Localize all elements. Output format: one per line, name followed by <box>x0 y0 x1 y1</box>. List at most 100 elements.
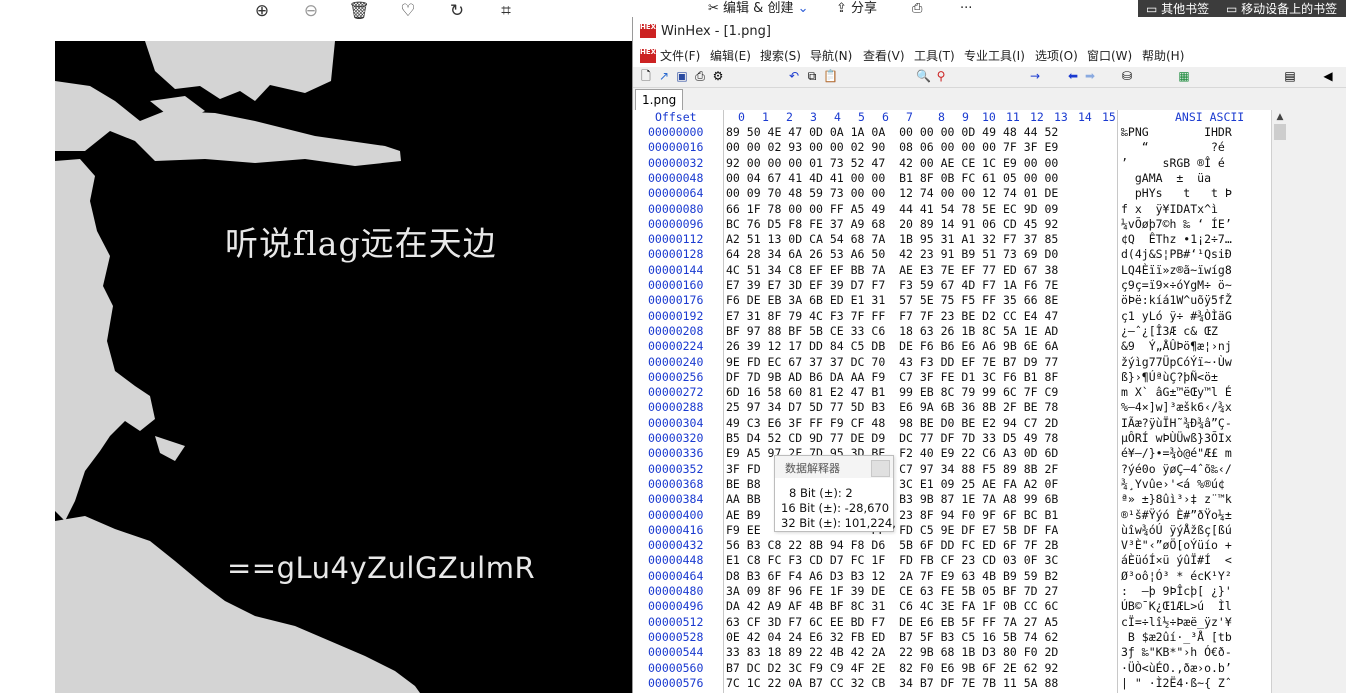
hex-row[interactable]: 00000256 DF 7D 9B AD B6 DA AA F9 C7 3F FE… <box>633 370 1271 385</box>
rotate-icon[interactable]: ↻ <box>444 0 470 22</box>
bookmark-mobile[interactable]: ▭ 移动设备上的书签 <box>1226 1 1337 17</box>
menu-search[interactable]: 搜索(S) <box>760 48 801 65</box>
row-ansi-text[interactable]: &9 Ý„ÅÛÞö¶æ¦›nj <box>1121 339 1232 354</box>
menu-pro-tools[interactable]: 专业工具(I) <box>964 48 1025 65</box>
row-ansi-text[interactable]: ß}›­¶ÚªùÇ?þÑ<ö± <box>1121 370 1225 385</box>
row-hex-bytes[interactable]: 89 50 4E 47 0D 0A 1A 0A 00 00 00 0D 49 4… <box>726 125 1058 140</box>
hex-row[interactable]: 00000048 00 04 67 41 4D 41 00 00 B1 8F 0B… <box>633 171 1271 186</box>
print-icon[interactable]: ⎙ <box>693 69 707 84</box>
row-hex-bytes[interactable]: D8 B3 6F F4 A6 D3 B3 12 2A 7F E9 63 4B B… <box>726 569 1058 584</box>
data-interpreter[interactable]: 数据解释器 8 Bit (±): 2 16 Bit (±): -28,670 3… <box>774 455 896 532</box>
row-hex-bytes[interactable]: A2 51 13 0D CA 54 68 7A 1B 95 31 A1 32 F… <box>726 232 1058 247</box>
row-ansi-text[interactable]: pHYs t t Þ <box>1121 186 1232 201</box>
undo-icon[interactable]: ↶ <box>787 69 801 84</box>
row-ansi-text[interactable]: | " ·Ì2Ë4·ß~{ Zˆ <box>1121 676 1232 691</box>
paste-icon[interactable]: 📋 <box>823 69 838 84</box>
row-hex-bytes[interactable]: 26 39 12 17 DD 84 C5 DB DE F6 B6 E6 A6 9… <box>726 339 1058 354</box>
row-hex-bytes[interactable]: 33 83 18 89 22 4B 42 2A 22 9B 68 1B D3 8… <box>726 645 1058 660</box>
row-ansi-text[interactable]: žýìg77ÜpCóÝï~·Ùw <box>1121 355 1232 370</box>
hex-row[interactable]: 00000496 DA 42 A9 AF 4B BF 8C 31 C6 4C 3E… <box>633 599 1271 614</box>
row-ansi-text[interactable]: öÞë:kíá1W^uõÿ5fŽ <box>1121 293 1232 308</box>
menu-edit[interactable]: 编辑(E) <box>710 48 751 65</box>
row-hex-bytes[interactable]: B7 DC D2 3C F9 C9 4F 2E 82 F0 E6 9B 6F 2… <box>726 661 1058 676</box>
row-ansi-text[interactable]: d(4j&S¦PB#‘¹QsiÐ <box>1121 247 1232 262</box>
row-hex-bytes[interactable]: BC 76 D5 F8 FE 37 A9 68 20 89 14 91 06 C… <box>726 217 1058 232</box>
menu-file[interactable]: 文件(F) <box>660 48 700 65</box>
row-ansi-text[interactable]: ç1 yLó ÿ÷ #¾ÒÌäG <box>1121 309 1232 324</box>
row-ansi-text[interactable]: IÃæ?ÿùÏH˜¾Ð¾â”Ç- <box>1121 416 1232 431</box>
row-ansi-text[interactable]: ¢Q ÊThz •1¡2÷7… <box>1121 232 1232 247</box>
hex-row[interactable]: 00000272 6D 16 58 60 81 E2 47 B1 99 EB 8C… <box>633 385 1271 400</box>
row-ansi-text[interactable]: m X` âG±™ëŒy™l É <box>1121 385 1232 400</box>
hex-row[interactable]: 00000112 A2 51 13 0D CA 54 68 7A 1B 95 31… <box>633 232 1271 247</box>
properties-icon[interactable]: ⚙ <box>711 69 725 84</box>
hex-row[interactable]: 00000464 D8 B3 6F F4 A6 D3 B3 12 2A 7F E9… <box>633 569 1271 584</box>
row-ansi-text[interactable]: gAMA ± üa <box>1121 171 1232 186</box>
hex-row[interactable]: 00000304 49 C3 E6 3F FF F9 CF 48 98 BE D0… <box>633 416 1271 431</box>
zoom-in-icon[interactable]: ⊕ <box>249 0 275 22</box>
menu-window[interactable]: 窗口(W) <box>1087 48 1132 65</box>
row-hex-bytes[interactable]: F6 DE EB 3A 6B ED E1 31 57 5E 75 F5 FF 3… <box>726 293 1058 308</box>
row-hex-bytes[interactable]: DF 7D 9B AD B6 DA AA F9 C7 3F FE D1 3C F… <box>726 370 1058 385</box>
row-ansi-text[interactable]: ’ sRGB ®Î é <box>1121 156 1239 171</box>
copy-icon[interactable]: ⧉ <box>805 69 819 84</box>
row-hex-bytes[interactable]: E1 C8 FC F3 CD D7 FC 1F FD FB CF 23 CD 0… <box>726 553 1058 568</box>
heart-icon[interactable]: ♡ <box>395 0 421 22</box>
hex-row[interactable]: 00000160 E7 39 E7 3D EF 39 D7 F7 F3 59 67… <box>633 278 1271 293</box>
menu-view[interactable]: 查看(V) <box>863 48 905 65</box>
row-hex-bytes[interactable]: 66 1F 78 00 00 FF A5 49 44 41 54 78 5E E… <box>726 202 1058 217</box>
row-ansi-text[interactable]: ®¹š#Ÿýó È#”ðŸo¼± <box>1121 508 1232 523</box>
menu-tools[interactable]: 工具(T) <box>914 48 955 65</box>
tab-file[interactable]: 1.png <box>635 89 684 111</box>
row-hex-bytes[interactable]: 92 00 00 00 01 73 52 47 42 00 AE CE 1C E… <box>726 156 1058 171</box>
row-hex-bytes[interactable]: 6D 16 58 60 81 E2 47 B1 99 EB 8C 79 99 6… <box>726 385 1058 400</box>
share-button[interactable]: ⇪ 分享 <box>836 0 877 17</box>
hex-row[interactable]: 00000176 F6 DE EB 3A 6B ED E1 31 57 5E 75… <box>633 293 1271 308</box>
row-ansi-text[interactable]: “ ?é <box>1121 140 1225 155</box>
row-ansi-text[interactable]: ¾¸Yvûe›'<á %®ú¢ <box>1121 477 1232 492</box>
row-hex-bytes[interactable]: 56 B3 C8 22 8B 94 F8 D6 5B 6F DD FC ED 6… <box>726 538 1058 553</box>
row-ansi-text[interactable]: ?ýé0o ÿøÇ—4ˆõ‰‹/ <box>1121 462 1232 477</box>
hex-row[interactable]: 00000192 E7 31 8F 79 4C F3 7F FF F7 7F 23… <box>633 309 1271 324</box>
edit-create-menu[interactable]: ✂ 编辑 & 创建 ⌄ <box>708 0 809 17</box>
row-hex-bytes[interactable]: 49 C3 E6 3F FF F9 CF 48 98 BE D0 BE E2 9… <box>726 416 1058 431</box>
row-hex-bytes[interactable]: E7 31 8F 79 4C F3 7F FF F7 7F 23 BE D2 C… <box>726 309 1058 324</box>
hex-row[interactable]: 00000384AA BB EC B3 9B 87 1E 7A A8 99 6B… <box>633 492 1271 507</box>
row-ansi-text[interactable]: cÏ=÷lî½÷Þæë_ÿz'¥ <box>1121 615 1232 630</box>
find-icon[interactable]: 🔍 <box>916 69 931 84</box>
goto-offset-icon[interactable]: → <box>1028 69 1042 84</box>
row-hex-bytes[interactable]: 25 97 34 D7 5D 77 5D B3 E6 9A 6B 36 8B 2… <box>726 400 1058 415</box>
row-ansi-text[interactable]: é¥—/}•=¾ò@é"Æ£ m <box>1121 446 1232 461</box>
crop-icon[interactable]: ⌗ <box>493 0 519 22</box>
data-interpreter-titlebar[interactable]: 数据解释器 <box>775 456 893 478</box>
back-icon[interactable]: ⬅ <box>1066 69 1080 84</box>
disk-icon[interactable]: ⛁ <box>1120 69 1134 84</box>
menu-options[interactable]: 选项(O) <box>1035 48 1078 65</box>
hex-row[interactable]: 00000512 63 CF 3D F7 6C EE BD F7 DE E6 EB… <box>633 615 1271 630</box>
row-hex-bytes[interactable]: 00 04 67 41 4D 41 00 00 B1 8F 0B FC 61 0… <box>726 171 1058 186</box>
hex-row[interactable]: 00000128 64 28 34 6A 26 53 A6 50 42 23 91… <box>633 247 1271 262</box>
row-ansi-text[interactable]: ·ÜÒ<ùÉO.‚ðæ›o.b’ <box>1121 661 1232 676</box>
row-ansi-text[interactable]: Ø³oô¦Ó³ * écK¹Y² <box>1121 569 1232 584</box>
row-hex-bytes[interactable]: 4C 51 34 C8 EF EF BB 7A AE E3 7E EF 77 E… <box>726 263 1058 278</box>
row-ansi-text[interactable]: ùîw¾óÚ ÿýÅžßç[ßú <box>1121 523 1232 538</box>
row-ansi-text[interactable]: µÔRÍ wÞÙÜwß}3ÕIx <box>1121 431 1232 446</box>
hex-row[interactable]: 00000400AE B9 C8 23 8F 94 F0 9F 6F BC B1… <box>633 508 1271 523</box>
menu-navigate[interactable]: 导航(N) <box>810 48 852 65</box>
find-hex-icon[interactable]: ⚲ <box>934 69 948 84</box>
row-hex-bytes[interactable]: 3A 09 8F 96 FE 1F 39 DE CE 63 FE 5B 05 B… <box>726 584 1058 599</box>
arrow-left-icon[interactable]: ◀ <box>1321 69 1335 84</box>
hex-row[interactable]: 00000576 7C 1C 22 0A B7 CC 32 CB 34 B7 DF… <box>633 676 1271 691</box>
hex-row[interactable]: 00000096 BC 76 D5 F8 FE 37 A9 68 20 89 14… <box>633 217 1271 232</box>
row-ansi-text[interactable]: ¼vÕøþ7©h ‰ ‘ ÍE’ <box>1121 217 1232 232</box>
row-hex-bytes[interactable]: 0E 42 04 24 E6 32 FB ED B7 5F B3 C5 16 5… <box>726 630 1058 645</box>
row-ansi-text[interactable]: LQ4Èïï»z®ã~ïwíg8 <box>1121 263 1232 278</box>
trash-icon[interactable]: 🗑 <box>346 0 372 22</box>
zoom-out-icon[interactable]: ⊖ <box>298 0 324 22</box>
row-ansi-text[interactable]: f x ÿ¥IDATx^ì <box>1121 202 1225 217</box>
row-ansi-text[interactable]: ¿—ˆ¿[Î3Æ c& ŒZ ­ <box>1121 324 1225 339</box>
vertical-scrollbar[interactable]: ▲ <box>1271 110 1288 693</box>
row-hex-bytes[interactable]: 7C 1C 22 0A B7 CC 32 CB 34 B7 DF 7E 7B 1… <box>726 676 1058 691</box>
row-ansi-text[interactable]: 3ƒ ‰"KB*"›h Ó€ð- <box>1121 645 1232 660</box>
row-hex-bytes[interactable]: 9E FD EC 67 37 37 DC 70 43 F3 DD EF 7E B… <box>726 355 1058 370</box>
